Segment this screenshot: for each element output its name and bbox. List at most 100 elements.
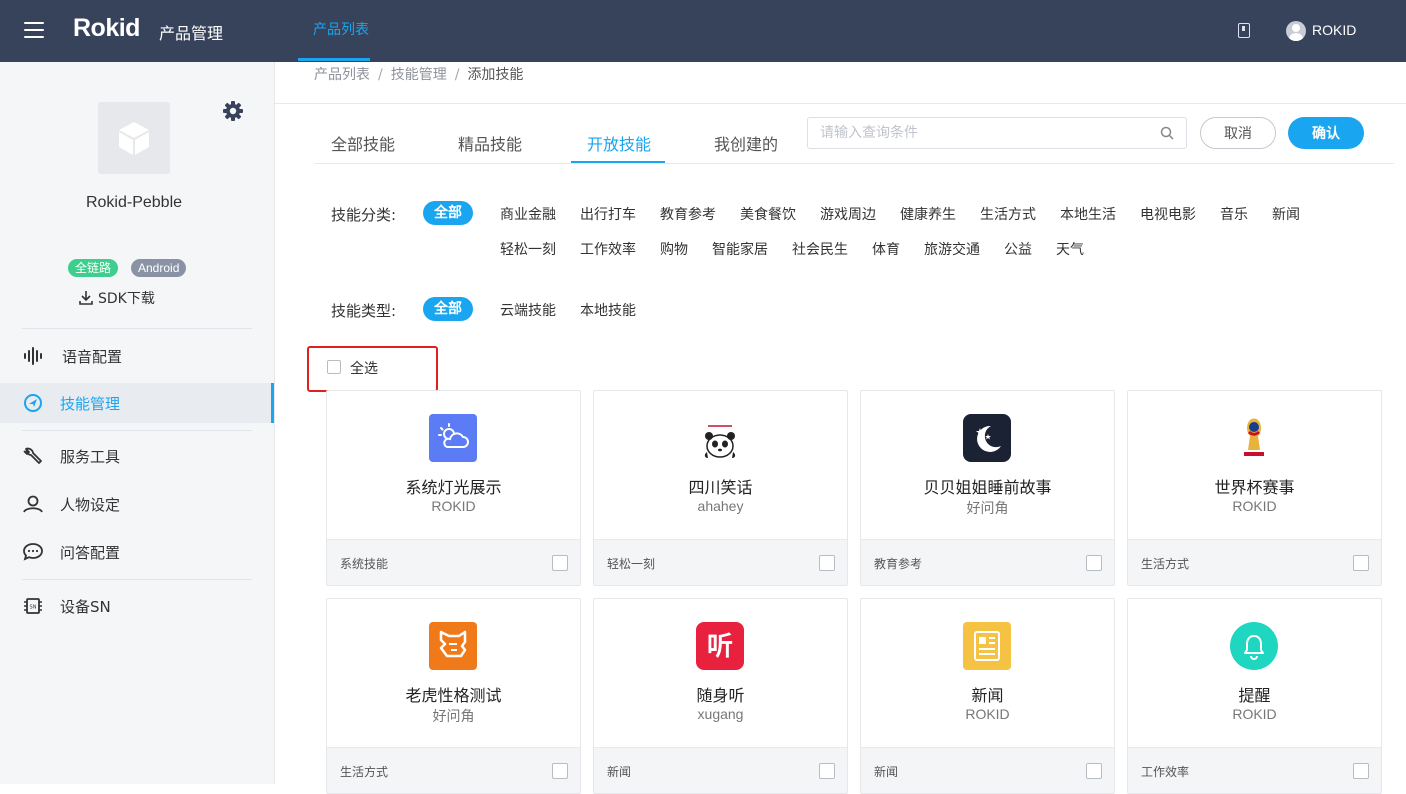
newspaper-icon [963, 622, 1011, 670]
skill-card[interactable]: 世界杯赛事 ROKID 生活方式 [1127, 390, 1382, 586]
skill-card[interactable]: 老虎性格测试 好问角 生活方式 [326, 598, 581, 794]
skill-checkbox[interactable] [552, 763, 568, 779]
category-option[interactable]: 健康养生 [900, 204, 956, 224]
sidebar-item-persona[interactable]: 人物设定 [0, 484, 274, 524]
category-option[interactable]: 音乐 [1220, 204, 1248, 224]
breadcrumb-skill-management[interactable]: 技能管理 [391, 67, 447, 83]
category-option[interactable]: 购物 [660, 239, 688, 259]
skill-card[interactable]: 提醒 ROKID 工作效率 [1127, 598, 1382, 794]
skill-name: 新闻 [971, 686, 1004, 705]
category-option[interactable]: 游戏周边 [820, 204, 876, 224]
skill-author: ahahey [697, 498, 744, 514]
cancel-button[interactable]: 取消 [1200, 117, 1276, 149]
category-option[interactable]: 出行打车 [580, 204, 636, 224]
category-option[interactable]: 生活方式 [980, 204, 1036, 224]
skill-checkbox[interactable] [819, 555, 835, 571]
skill-name: 随身听 [696, 686, 745, 705]
skill-name: 贝贝姐姐睡前故事 [923, 478, 1052, 497]
platform-badge: Android [131, 259, 187, 277]
skill-category: 新闻 [607, 765, 632, 779]
sidebar-item-device-sn[interactable]: SN 设备SN [0, 586, 274, 626]
skill-card[interactable]: 四川笑话 ahahey 轻松一刻 [593, 390, 848, 586]
confirm-button[interactable]: 确认 [1288, 117, 1364, 149]
select-all-checkbox[interactable] [327, 360, 341, 374]
type-option-selected[interactable]: 全部 [423, 297, 473, 321]
product-name: Rokid-Pebble [85, 194, 183, 211]
avatar[interactable] [1286, 21, 1306, 41]
skill-card-footer: 轻松一刻 [594, 539, 847, 585]
tab-premium-skills[interactable]: 精品技能 [458, 131, 522, 155]
skill-checkbox[interactable] [819, 763, 835, 779]
tab-my-created[interactable]: 我创建的 [714, 131, 778, 155]
category-option[interactable]: 新闻 [1272, 204, 1300, 224]
skill-name: 系统灯光展示 [405, 478, 502, 497]
tab-open-skills[interactable]: 开放技能 [587, 131, 651, 155]
skill-category: 轻松一刻 [607, 557, 656, 571]
category-option[interactable]: 美食餐饮 [740, 204, 796, 224]
category-option[interactable]: 本地生活 [1060, 204, 1116, 224]
category-option[interactable]: 教育参考 [660, 204, 716, 224]
voice-wave-icon [24, 347, 42, 365]
breadcrumb-add-skill: 添加技能 [467, 67, 524, 83]
skill-card[interactable]: 听 随身听 xugang 新闻 [593, 598, 848, 794]
active-tab-indicator [298, 58, 370, 61]
search-icon[interactable] [1160, 126, 1174, 140]
skill-checkbox[interactable] [1086, 763, 1102, 779]
skill-checkbox[interactable] [552, 555, 568, 571]
type-option[interactable]: 云端技能 [500, 300, 556, 320]
category-option[interactable]: 旅游交通 [924, 239, 980, 259]
skill-card-footer: 工作效率 [1128, 747, 1381, 793]
breadcrumb-product-list[interactable]: 产品列表 [314, 67, 370, 83]
gear-icon[interactable] [222, 100, 244, 122]
header-divider [275, 103, 1406, 104]
sidebar-divider [22, 579, 252, 580]
select-all-label[interactable]: 全选 [350, 358, 378, 378]
search-input[interactable] [808, 118, 1162, 148]
sidebar-item-label: 技能管理 [60, 395, 121, 413]
skill-card-footer: 新闻 [861, 747, 1114, 793]
skill-card[interactable]: 系统灯光展示 ROKID 系统技能 [326, 390, 581, 586]
listen-glyph: 听 [707, 632, 733, 662]
hamburger-menu-icon[interactable] [24, 22, 44, 38]
category-option[interactable]: 天气 [1056, 239, 1084, 259]
skill-card[interactable]: 贝贝姐姐睡前故事 好问角 教育参考 [860, 390, 1115, 586]
user-name[interactable]: ROKID [1312, 22, 1356, 38]
weather-cloud-icon [429, 414, 477, 462]
tabs-divider [314, 163, 1394, 164]
sdk-download-link[interactable]: SDK下载 [78, 288, 155, 308]
skill-checkbox[interactable] [1353, 555, 1369, 571]
listen-icon: 听 [696, 622, 744, 670]
tab-product-list[interactable]: 产品列表 [298, 0, 384, 62]
world-cup-trophy-icon [1230, 414, 1278, 462]
category-option[interactable]: 社会民生 [792, 239, 848, 259]
sidebar-item-voice-config[interactable]: 语音配置 [0, 336, 274, 376]
skill-category: 生活方式 [1141, 557, 1190, 571]
skill-author: ROKID [965, 706, 1010, 722]
skill-checkbox[interactable] [1086, 555, 1102, 571]
sidebar-item-qa-config[interactable]: 问答配置 [0, 532, 274, 572]
category-option[interactable]: 工作效率 [580, 239, 636, 259]
type-option[interactable]: 本地技能 [580, 300, 636, 320]
cube-icon [119, 122, 149, 155]
category-option[interactable]: 智能家居 [712, 239, 768, 259]
category-option[interactable]: 公益 [1004, 239, 1032, 259]
tab-all-skills[interactable]: 全部技能 [331, 131, 395, 155]
category-option[interactable]: 电视电影 [1140, 204, 1196, 224]
document-icon[interactable] [1238, 23, 1250, 38]
breadcrumb: 产品列表 / 技能管理 / 添加技能 [314, 67, 524, 83]
skill-author: ROKID [431, 498, 476, 514]
sidebar-item-service-tools[interactable]: 服务工具 [0, 436, 274, 476]
sidebar-item-skill-management[interactable]: 技能管理 [0, 383, 274, 423]
category-option[interactable]: 轻松一刻 [500, 239, 556, 259]
skill-checkbox[interactable] [1353, 763, 1369, 779]
skill-card[interactable]: 新闻 ROKID 新闻 [860, 598, 1115, 794]
skill-author: ROKID [1232, 498, 1277, 514]
category-option[interactable]: 商业金融 [500, 204, 556, 224]
sidebar-divider [22, 430, 252, 431]
category-option[interactable]: 体育 [872, 239, 900, 259]
skill-author: ROKID [1232, 706, 1277, 722]
category-option-selected[interactable]: 全部 [423, 201, 473, 225]
app-title: 产品管理 [159, 24, 224, 43]
sidebar-item-label: 问答配置 [60, 544, 121, 562]
skill-name: 提醒 [1238, 686, 1271, 705]
